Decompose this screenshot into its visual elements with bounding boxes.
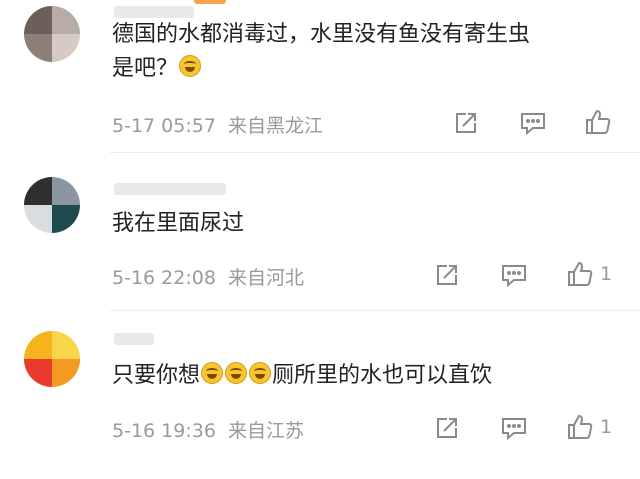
laugh-cry-emoji-icon <box>179 55 202 77</box>
like-button[interactable]: 1 <box>566 413 612 441</box>
avatar[interactable] <box>24 177 80 233</box>
comment-meta: 5-16 19:36 来自江苏 <box>112 416 304 443</box>
thumbs-up-icon <box>568 414 593 439</box>
username-redacted[interactable] <box>114 6 194 18</box>
share-icon <box>437 418 457 438</box>
comment-text: 德国的水都消毒过，水里没有鱼没有寄生虫 是吧？ <box>112 22 531 81</box>
comment-item: 我在里面尿过 5-16 22:08 来自河北 1 <box>0 153 640 303</box>
like-button[interactable]: 1 <box>566 260 612 288</box>
username-redacted[interactable] <box>114 183 226 195</box>
laugh-cry-emoji-icon <box>225 362 248 384</box>
username-redacted[interactable] <box>114 333 154 345</box>
comment-item: 德国的水都消毒过，水里没有鱼没有寄生虫 是吧？ 5-17 05:57 来自黑龙江 <box>0 0 640 150</box>
like-button[interactable] <box>584 108 618 136</box>
comment-meta: 5-16 22:08 来自河北 <box>112 263 304 290</box>
share-button[interactable] <box>453 110 479 136</box>
laugh-cry-emoji-icon <box>201 362 224 384</box>
share-icon <box>437 265 457 285</box>
comment-button[interactable] <box>500 262 528 288</box>
like-count: 1 <box>600 416 613 438</box>
avatar[interactable] <box>24 6 80 62</box>
comment-icon <box>502 265 526 288</box>
laugh-cry-emoji-icon <box>249 362 272 384</box>
comment-time: 5-16 22:08 <box>112 267 216 289</box>
thumbs-up-icon <box>568 261 593 286</box>
thumbs-up-icon <box>586 109 611 134</box>
comment-button[interactable] <box>500 415 528 441</box>
comment-time: 5-16 19:36 <box>112 420 216 442</box>
comment-location: 来自黑龙江 <box>227 115 323 137</box>
comment-location: 来自江苏 <box>227 420 304 442</box>
comment-icon <box>502 418 526 441</box>
avatar[interactable] <box>24 331 80 387</box>
comment-item: 只要你想 厕所里的水也可以直饮 5-16 19:36 来自江苏 1 <box>0 311 640 479</box>
comment-meta: 5-17 05:57 来自黑龙江 <box>112 111 323 138</box>
comment-text: 我在里面尿过 <box>112 211 245 236</box>
share-button[interactable] <box>434 415 460 441</box>
like-count: 1 <box>600 263 613 285</box>
comment-time: 5-17 05:57 <box>112 115 216 137</box>
comment-icon <box>521 113 545 136</box>
comment-text: 只要你想 厕所里的水也可以直饮 <box>112 362 493 388</box>
comment-location: 来自河北 <box>227 267 304 289</box>
comment-button[interactable] <box>519 110 547 136</box>
share-icon <box>456 113 476 133</box>
share-button[interactable] <box>434 262 460 288</box>
